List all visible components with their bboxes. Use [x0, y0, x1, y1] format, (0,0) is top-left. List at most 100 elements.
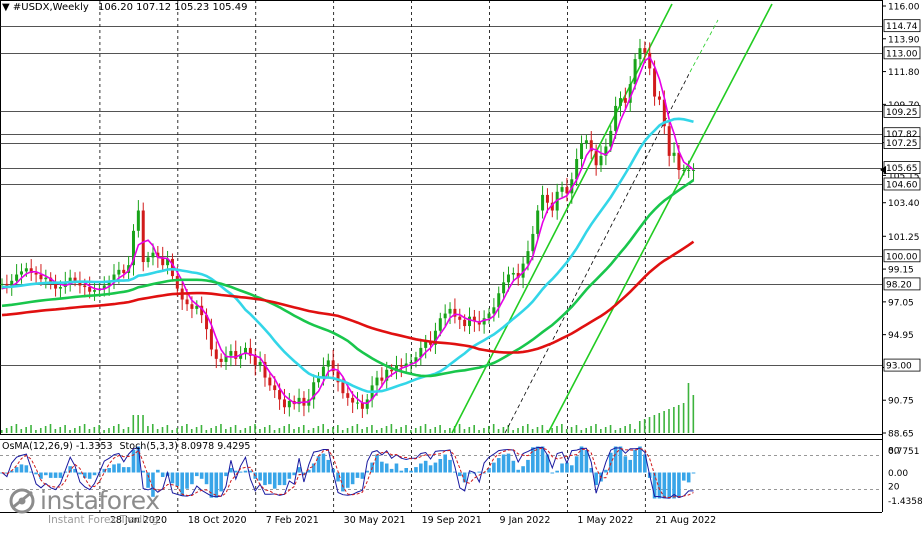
candle-body: [692, 169, 696, 171]
candle-body: [175, 276, 179, 289]
candle-body: [458, 316, 462, 320]
candle-body: [390, 369, 394, 372]
oscillator-header: OsMA(12,26,9) -1.3353 Stoch(5,3,3) 8.097…: [2, 441, 250, 452]
volume-bar: [15, 424, 18, 433]
volume-bar: [156, 429, 159, 433]
candle-body: [682, 169, 686, 171]
volume-bar: [132, 415, 135, 433]
volume-bar: [30, 425, 32, 433]
osma-bar: [555, 470, 559, 473]
volume-bar: [648, 417, 651, 433]
osma-bar: [107, 468, 111, 473]
osma-bar: [613, 446, 618, 473]
moving-average-ma-long: [1, 240, 695, 354]
volume-bar: [74, 428, 76, 433]
osma-bar: [258, 472, 262, 481]
osma-bar: [204, 472, 209, 485]
osma-bar: [121, 467, 126, 473]
osma-bar: [667, 472, 671, 499]
volume-bar: [317, 426, 320, 433]
osma-bar: [195, 472, 199, 477]
volume-bar: [54, 429, 57, 433]
symbol-menu-icon[interactable]: ▼: [2, 2, 10, 13]
osma-bar: [287, 472, 292, 479]
volume-bar: [83, 424, 86, 433]
candle-body: [5, 283, 9, 286]
volume-bar: [103, 430, 105, 433]
volume-bar: [380, 428, 383, 433]
volume-bar: [570, 427, 573, 433]
volume-bar: [619, 428, 622, 433]
osma-bar: [409, 470, 413, 473]
osma-bar: [574, 456, 579, 473]
osma-bar: [53, 472, 58, 478]
candle-body: [117, 269, 121, 275]
osma-bar: [623, 456, 628, 473]
osma-bar: [682, 472, 686, 481]
osma-bar: [618, 446, 623, 473]
volume-bar: [190, 429, 193, 433]
channel-upper-line: [451, 3, 673, 434]
time-axis-label: 21 Aug 2022: [655, 515, 716, 526]
volume-bar: [268, 425, 271, 433]
volume-bar: [142, 415, 144, 433]
volume-bar: [239, 430, 242, 433]
osma-bar: [686, 472, 691, 483]
candle-body: [39, 274, 43, 280]
osma-bar: [44, 472, 48, 476]
chart-header: ▼ #USDX,Weekly 106.20 107.12 105.23 105.…: [2, 2, 247, 13]
level-label: 93.00: [886, 362, 912, 372]
volume-bar: [332, 427, 334, 433]
volume-bar: [312, 428, 315, 433]
volume-bar: [5, 428, 8, 433]
candle-body: [560, 187, 564, 192]
channel-lower-line: [547, 3, 773, 434]
volume-bar: [137, 415, 139, 433]
candle-body: [273, 385, 277, 391]
osma-bar: [535, 446, 540, 473]
volume-bar: [692, 395, 695, 433]
volume-bar: [298, 427, 300, 433]
volume-bar: [122, 429, 125, 433]
osma-bar: [185, 472, 189, 489]
osma-bar: [423, 460, 428, 473]
candle-body: [214, 349, 218, 359]
volume-bar: [658, 413, 661, 433]
osma-bar: [511, 460, 516, 473]
volume-bar: [20, 429, 23, 433]
osma-bar: [608, 452, 613, 473]
time-axis-label: 28 Jun 2020: [110, 515, 167, 526]
osma-bar: [384, 463, 389, 473]
candle-body: [258, 361, 262, 366]
osc-axis-label: 0.00: [888, 469, 908, 479]
volume-bar: [595, 424, 597, 433]
candle-body: [492, 307, 496, 314]
osma-bar: [604, 469, 608, 473]
osma-bar: [677, 472, 681, 498]
candle-body: [584, 140, 588, 144]
volume-bar: [44, 426, 47, 433]
volume-bar: [171, 430, 174, 433]
osma-bar: [263, 472, 267, 486]
osma-bar: [112, 464, 116, 473]
osma-bar: [326, 459, 331, 473]
candle-body: [190, 304, 194, 309]
volume-bar: [35, 430, 37, 433]
volume-bar: [249, 426, 251, 433]
osma-bar: [516, 469, 521, 473]
moving-average-ma-mid: [1, 117, 694, 394]
volume-bar: [405, 425, 407, 433]
candle-body: [614, 105, 618, 131]
volume-bar: [643, 419, 646, 433]
volume-bar: [10, 426, 13, 433]
osma-bar: [209, 472, 214, 498]
volume-bar: [600, 429, 602, 433]
candle-body: [326, 360, 330, 367]
osma-bar: [141, 470, 146, 473]
volume-bar: [497, 429, 500, 433]
candle-body: [287, 400, 291, 408]
candle-body: [643, 48, 647, 53]
volume-bar: [93, 427, 96, 433]
volume-bar: [551, 428, 553, 433]
volume-bar: [419, 426, 422, 433]
